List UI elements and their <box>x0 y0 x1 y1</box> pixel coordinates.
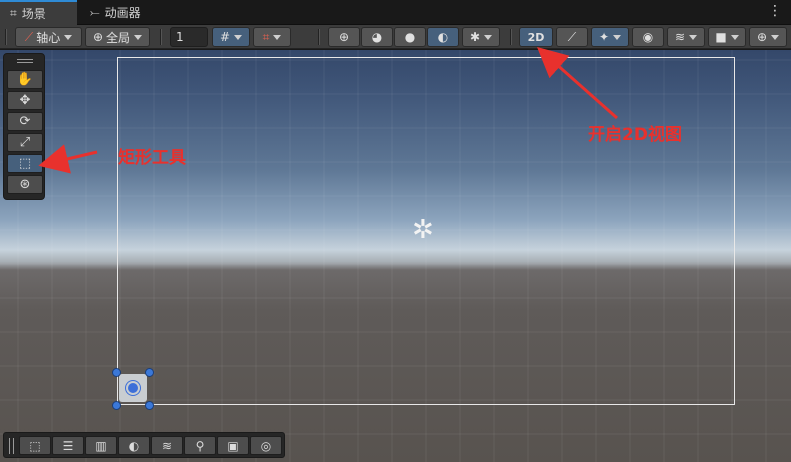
annotation-arrows <box>38 47 618 174</box>
arrow-to-rect-tool <box>38 144 98 174</box>
arrow-to-2d-button <box>537 47 618 120</box>
annotation-rect-tool: 矩形工具 <box>118 148 186 168</box>
annotation-open-2d: 开启2D视图 <box>588 125 682 145</box>
